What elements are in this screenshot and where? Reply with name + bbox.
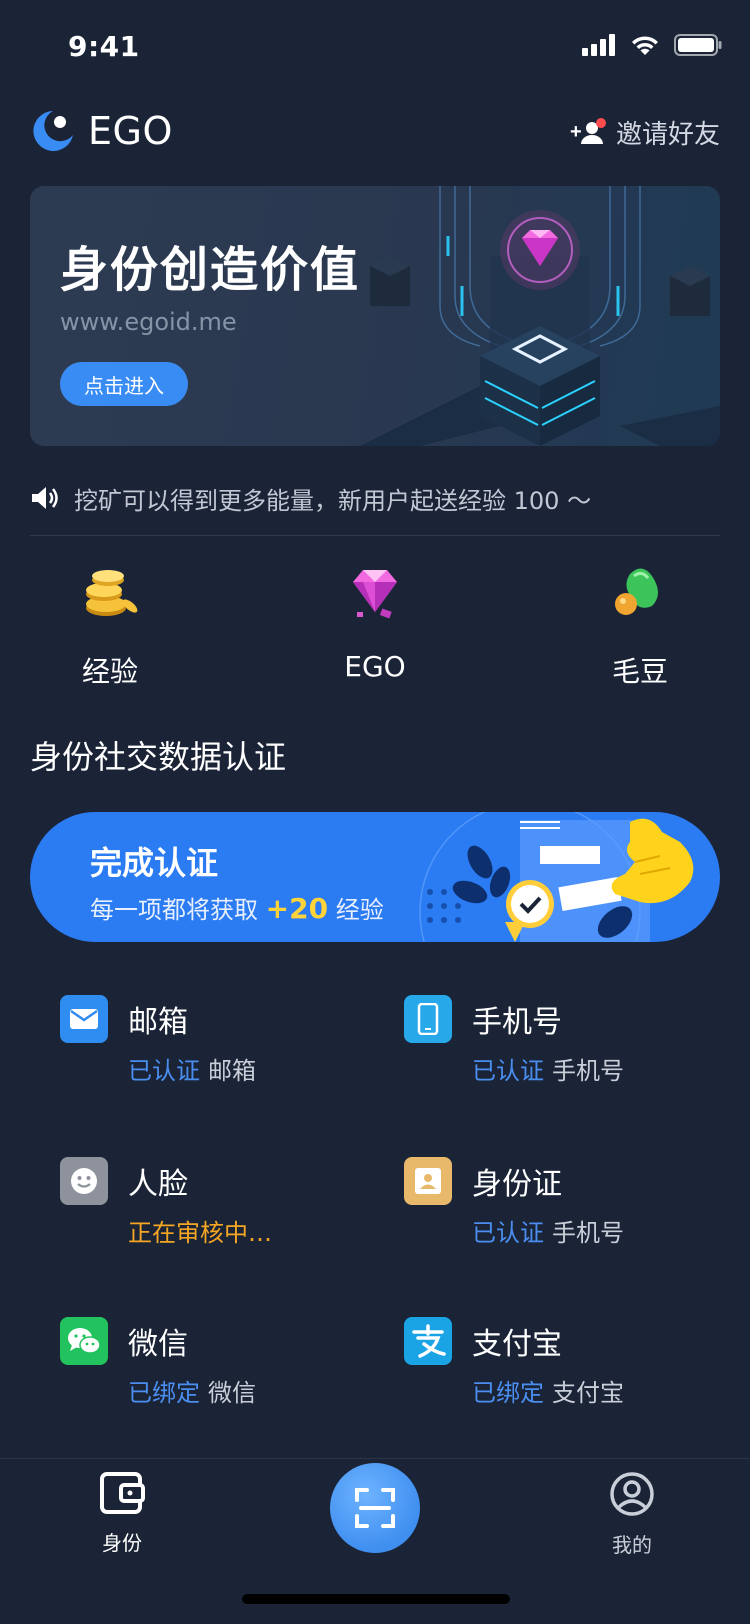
verify-wechat[interactable]: 微信 已绑定 微信 <box>60 1317 380 1437</box>
asset-ego[interactable]: EGO <box>295 560 455 683</box>
verify-title: 微信 <box>128 1327 188 1362</box>
status-bar: 9:41 <box>0 0 750 96</box>
header: EGO + 邀请好友 <box>30 104 720 160</box>
verify-email[interactable]: 邮箱 已认证 邮箱 <box>60 995 380 1115</box>
server-illustration <box>360 186 720 446</box>
status-detail: 支付宝 <box>552 1379 624 1407</box>
promo-bonus: +20 <box>265 892 329 925</box>
status-icons <box>582 34 722 56</box>
verify-title: 身份证 <box>472 1167 562 1202</box>
status-badge: 已认证 <box>472 1219 544 1247</box>
verify-title: 邮箱 <box>128 1005 188 1040</box>
announcement-bar[interactable]: 挖矿可以得到更多能量，新用户起送经验 100 ～ <box>30 476 720 520</box>
bean-icon <box>615 568 658 615</box>
status-badge: 已绑定 <box>128 1379 200 1407</box>
home-indicator <box>242 1594 510 1604</box>
id-card-icon <box>404 1157 452 1205</box>
verify-alipay[interactable]: 支付宝 已绑定 支付宝 <box>404 1317 724 1437</box>
gem-icon <box>353 570 397 619</box>
tab-mine[interactable]: 我的 <box>572 1471 692 1558</box>
face-icon <box>60 1157 108 1205</box>
verification-promo-banner[interactable]: 完成认证 每一项都将获取 +20 经验 <box>30 812 720 942</box>
status-badge: 正在审核中… <box>128 1219 272 1247</box>
invite-friends-button[interactable]: + 邀请好友 <box>570 114 720 151</box>
banner-url: www.egoid.me <box>60 308 237 336</box>
status-badge: 已认证 <box>128 1057 200 1085</box>
status-detail: 手机号 <box>552 1219 624 1247</box>
verify-status: 已认证 手机号 <box>472 1051 624 1086</box>
battery-icon <box>674 34 722 56</box>
status-time: 9:41 <box>68 30 140 63</box>
announcement-text: 挖矿可以得到更多能量，新用户起送经验 100 ～ <box>74 486 592 515</box>
wifi-icon <box>632 36 658 55</box>
asset-beans[interactable]: 毛豆 <box>560 560 720 690</box>
verify-status: 正在审核中… <box>128 1213 272 1248</box>
speaker-icon <box>32 487 58 509</box>
screen: 9:41 EGO + 邀请好友 身份创造价值 www.egoid.me 点击进入… <box>0 0 750 1624</box>
brand-name: EGO <box>88 109 173 153</box>
alipay-icon <box>404 1317 452 1365</box>
hero-banner[interactable]: 身份创造价值 www.egoid.me 点击进入 <box>30 186 720 446</box>
wechat-icon <box>60 1317 108 1365</box>
status-detail: 微信 <box>208 1379 256 1407</box>
promo-sub-prefix: 每一项都将获取 <box>90 896 258 924</box>
tab-label: 身份 <box>102 1531 142 1555</box>
verify-phone[interactable]: 手机号 已认证 手机号 <box>404 995 724 1115</box>
promo-title: 完成认证 <box>90 844 219 882</box>
verify-title: 人脸 <box>128 1167 188 1202</box>
verify-title: 支付宝 <box>472 1327 562 1362</box>
invite-label: 邀请好友 <box>615 120 720 150</box>
divider <box>30 535 720 536</box>
verify-status: 已绑定 微信 <box>128 1373 256 1408</box>
mail-icon <box>60 995 108 1043</box>
status-detail: 手机号 <box>552 1057 624 1085</box>
brand-logo: EGO <box>30 108 173 154</box>
enter-button[interactable]: 点击进入 <box>60 362 188 406</box>
asset-label: EGO <box>344 650 406 683</box>
logo-icon <box>33 111 73 151</box>
scan-button[interactable] <box>330 1463 420 1553</box>
verify-id-card[interactable]: 身份证 已认证 手机号 <box>404 1157 724 1277</box>
scan-icon <box>355 1488 395 1528</box>
asset-label: 经验 <box>81 655 138 688</box>
status-badge: 已绑定 <box>472 1379 544 1407</box>
add-friend-icon: + <box>570 117 606 144</box>
wallet-icon <box>100 1472 145 1514</box>
promo-sub-suffix: 经验 <box>335 896 384 924</box>
section-title: 身份社交数据认证 <box>30 738 287 776</box>
banner-title: 身份创造价值 <box>60 242 361 298</box>
user-icon <box>610 1472 654 1516</box>
verify-status: 已绑定 支付宝 <box>472 1373 624 1408</box>
verify-status: 已认证 邮箱 <box>128 1051 256 1086</box>
verify-status: 已认证 手机号 <box>472 1213 624 1248</box>
phone-icon <box>404 995 452 1043</box>
tab-identity[interactable]: 身份 <box>62 1471 182 1556</box>
tab-label: 我的 <box>612 1533 652 1557</box>
verify-face[interactable]: 人脸 正在审核中… <box>60 1157 380 1277</box>
verification-illustration <box>419 812 694 942</box>
status-detail: 邮箱 <box>208 1057 256 1085</box>
coins-icon <box>86 570 138 616</box>
promo-subtitle: 每一项都将获取 +20 经验 <box>90 890 384 925</box>
asset-row: 经验 EGO 毛豆 <box>30 560 720 690</box>
svg-text:+: + <box>570 121 582 143</box>
verify-title: 手机号 <box>472 1005 562 1040</box>
signal-icon <box>582 34 615 56</box>
status-badge: 已认证 <box>472 1057 544 1085</box>
asset-label: 毛豆 <box>611 655 668 688</box>
asset-experience[interactable]: 经验 <box>30 560 190 690</box>
